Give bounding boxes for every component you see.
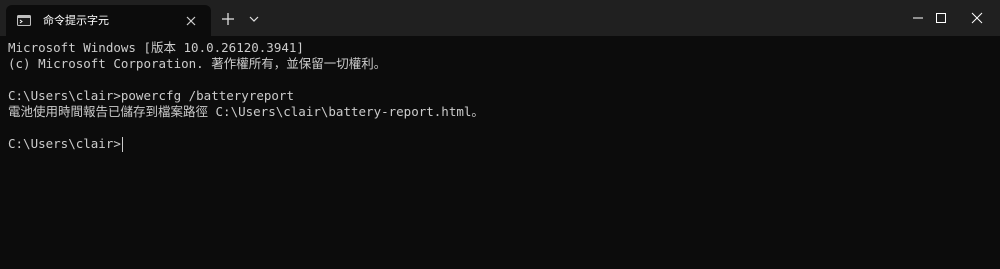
terminal-line: (c) Microsoft Corporation. 著作權所有，並保留一切權利… <box>8 56 387 71</box>
terminal-line: C:\Users\clair>powercfg /batteryreport <box>8 88 294 103</box>
text-cursor <box>121 136 123 152</box>
maximize-icon <box>936 13 946 23</box>
plus-icon[interactable] <box>218 9 238 29</box>
title-bar[interactable]: 命令提示字元 <box>0 0 1000 36</box>
chevron-down-icon[interactable] <box>245 9 263 29</box>
prompt: C:\Users\clair> <box>8 136 121 151</box>
close-icon <box>971 12 983 24</box>
terminal-window: 命令提示字元 Microsoft Windows [版本 10.0.26120.… <box>0 0 1000 269</box>
terminal-icon <box>17 15 31 26</box>
terminal-line: Microsoft Windows [版本 10.0.26120.3941] <box>8 40 304 55</box>
tab-title: 命令提示字元 <box>43 14 109 27</box>
tab-close-icon[interactable] <box>183 13 199 29</box>
close-button[interactable] <box>954 0 1000 36</box>
tab-command-prompt[interactable]: 命令提示字元 <box>6 5 211 36</box>
terminal-line: 電池使用時間報告已儲存到檔案路徑 C:\Users\clair\battery-… <box>8 104 484 119</box>
prompt-line[interactable]: C:\Users\clair> <box>8 136 993 152</box>
terminal-output[interactable]: Microsoft Windows [版本 10.0.26120.3941] (… <box>8 40 993 265</box>
